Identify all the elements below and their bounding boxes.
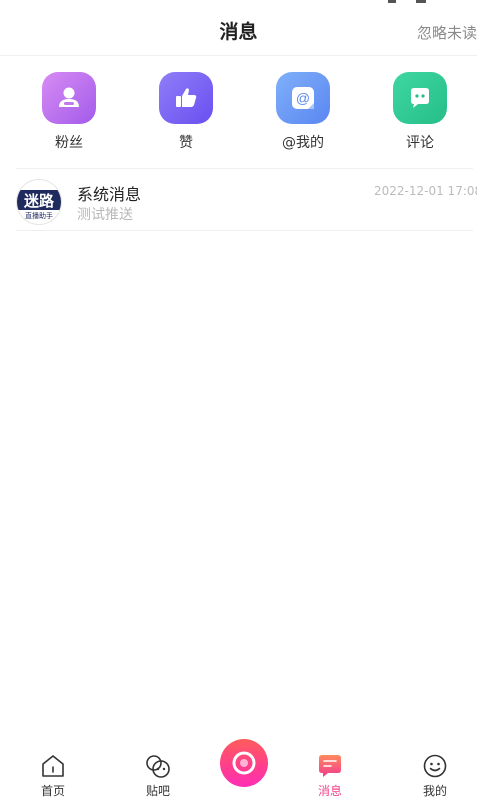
quick-action-label: 粉丝 <box>55 135 83 151</box>
quick-action-likes[interactable]: 赞 <box>146 72 226 152</box>
quick-action-label: @我的 <box>282 135 324 151</box>
tab-label: 首页 <box>40 784 65 798</box>
ignore-unread-button[interactable]: 忽略未读 <box>417 22 477 43</box>
tab-label: 贴吧 <box>145 784 170 798</box>
tab-label: 消息 <box>317 784 342 798</box>
message-preview: 测试推送 <box>77 207 133 223</box>
at-sign-icon: @ <box>292 87 314 109</box>
quick-action-label: 赞 <box>179 135 193 151</box>
message-time: 2022-12-01 17:08 <box>374 184 477 198</box>
header: 消息 忽略未读 <box>0 0 477 56</box>
message-icon <box>319 755 341 777</box>
message-title: 系统消息 <box>77 185 142 204</box>
divider <box>16 168 473 169</box>
home-icon <box>42 755 64 777</box>
list-item[interactable]: 迷路 直播助手 系统消息 测试推送 2022-12-01 17:08 <box>0 171 477 229</box>
person-icon <box>59 87 79 107</box>
tab-forum[interactable]: 贴吧 <box>123 751 193 799</box>
tab-home[interactable]: 首页 <box>18 751 88 799</box>
tab-label: 我的 <box>422 784 447 798</box>
likes-tile <box>159 72 213 124</box>
fans-tile <box>42 72 96 124</box>
quick-action-mentions[interactable]: @ @我的 <box>263 72 343 152</box>
comments-tile <box>393 72 447 124</box>
quick-action-fans[interactable]: 粉丝 <box>29 72 109 152</box>
divider <box>16 230 473 231</box>
quick-actions: 粉丝 赞 @ @我的 评论 <box>0 72 477 162</box>
app-logo-avatar: 迷路 直播助手 <box>17 180 61 224</box>
camera-record-icon <box>232 751 256 775</box>
quick-action-label: 评论 <box>406 135 434 151</box>
forum-icon <box>146 755 170 778</box>
avatar-logo-text: 迷路 <box>23 192 55 210</box>
svg-text:@: @ <box>296 90 310 106</box>
smiley-icon <box>423 754 447 778</box>
thumbs-up-icon <box>176 88 197 107</box>
tab-profile[interactable]: 我的 <box>400 751 470 799</box>
center-record-button[interactable] <box>220 739 268 787</box>
avatar: 迷路 直播助手 <box>16 179 62 225</box>
mentions-tile: @ <box>276 72 330 124</box>
bottom-tab-bar: 首页 贴吧 消息 我的 <box>0 737 477 799</box>
page-title: 消息 <box>219 21 258 43</box>
tab-messages[interactable]: 消息 <box>295 751 365 799</box>
quick-action-comments[interactable]: 评论 <box>380 72 460 152</box>
chat-bubble-icon <box>411 88 429 108</box>
avatar-logo-subtext: 直播助手 <box>25 211 53 220</box>
